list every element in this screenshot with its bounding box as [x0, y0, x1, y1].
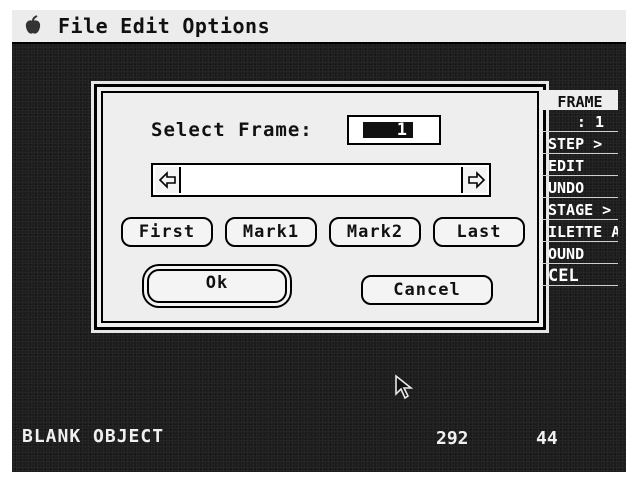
frame-number-value: 1	[363, 122, 413, 139]
left-arrow-icon	[158, 171, 176, 189]
ok-button[interactable]: Ok	[144, 266, 290, 306]
mouse-pointer-icon	[395, 374, 414, 400]
side-step-button[interactable]: STEP >	[542, 134, 618, 154]
right-arrow-icon	[468, 171, 486, 189]
menu-bar: File Edit Options	[12, 10, 626, 44]
status-object-label: BLANK OBJECT	[22, 426, 165, 447]
frame-number-field[interactable]: 1	[347, 115, 441, 145]
dialog-inner-border: Select Frame: 1 First Mark1 Mark2 Last O…	[101, 91, 539, 323]
coordinate-y: 44	[536, 428, 558, 449]
side-panel: FRAME : 1 STEP > EDIT UNDO STAGE > ILETT…	[542, 90, 618, 300]
select-frame-label: Select Frame:	[151, 119, 313, 141]
side-sound-button[interactable]: OUND	[542, 244, 618, 264]
side-undo-button[interactable]: UNDO	[542, 178, 618, 198]
menu-edit[interactable]: Edit	[120, 14, 170, 38]
last-button[interactable]: Last	[433, 217, 525, 247]
side-edit-button[interactable]: EDIT	[542, 156, 618, 176]
scroll-left-button[interactable]	[155, 167, 181, 193]
screen: File Edit Options Select Frame: 1 First …	[12, 10, 626, 472]
side-palette-button[interactable]: ILETTE A	[542, 222, 618, 242]
first-button[interactable]: First	[121, 217, 213, 247]
mark1-button[interactable]: Mark1	[225, 217, 317, 247]
scroll-right-button[interactable]	[461, 167, 487, 193]
side-frame-number: : 1	[542, 112, 618, 132]
frame-scrollbar[interactable]	[151, 163, 491, 197]
side-cel-button[interactable]: CEL	[542, 266, 618, 286]
side-frame-header[interactable]: FRAME	[542, 90, 618, 110]
select-frame-dialog: Select Frame: 1 First Mark1 Mark2 Last O…	[94, 84, 546, 330]
menu-options[interactable]: Options	[182, 14, 270, 38]
side-stage-button[interactable]: STAGE >	[542, 200, 618, 220]
apple-icon[interactable]	[22, 15, 44, 37]
menu-file[interactable]: File	[58, 14, 108, 38]
mark2-button[interactable]: Mark2	[329, 217, 421, 247]
coordinate-x: 292	[436, 428, 469, 449]
cancel-button[interactable]: Cancel	[361, 275, 493, 305]
